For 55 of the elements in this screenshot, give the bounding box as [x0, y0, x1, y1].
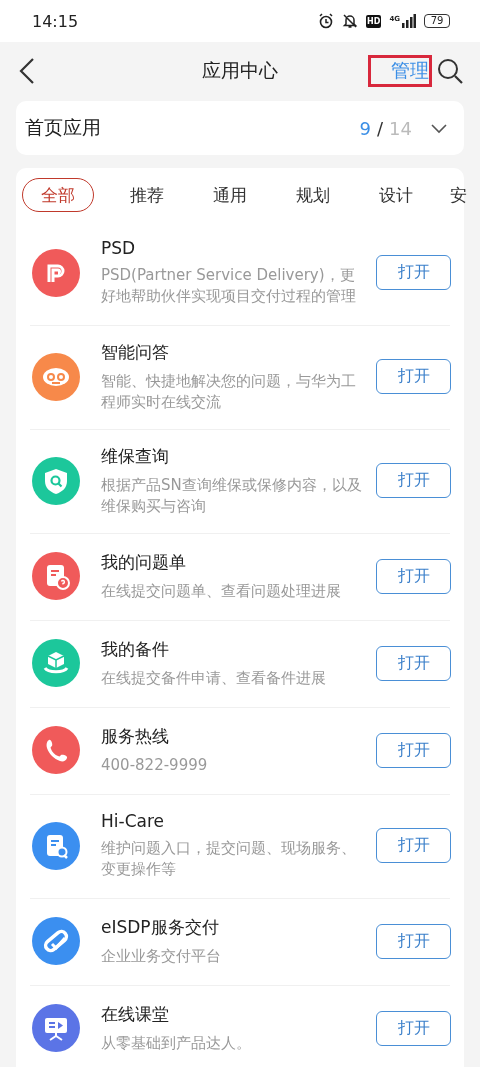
app-name: Hi-Care — [101, 811, 165, 831]
app-description: 从零基础到产品达人。 — [101, 1032, 252, 1054]
app-name: 我的问题单 — [101, 550, 187, 574]
category-tab[interactable]: 设计 — [354, 178, 437, 212]
app-icon[interactable] — [32, 552, 80, 600]
app-icon[interactable] — [32, 639, 80, 687]
app-icon[interactable] — [32, 821, 80, 870]
app-description: 400-822-9999 — [101, 754, 209, 776]
category-tab[interactable]: 规划 — [271, 178, 354, 212]
open-button[interactable]: 打开 — [376, 828, 451, 863]
app-description: PSD(Partner Service Delivery)，更好地帮助伙伴实现项目交付过程的管理 — [101, 265, 357, 307]
app-description: 智能、快捷地解决您的问题，与华为工程师实时在线交流 — [101, 370, 357, 413]
app-name: 维保查询 — [101, 444, 170, 468]
app-name: PSD — [101, 238, 137, 258]
category-tab[interactable]: 通用 — [188, 178, 271, 212]
open-button[interactable]: 打开 — [376, 463, 451, 498]
signal-icon — [402, 14, 416, 28]
open-button[interactable]: 打开 — [376, 255, 451, 290]
app-description: 根据产品SN查询维保或保修内容，以及维保购买与咨询 — [101, 474, 363, 517]
open-button[interactable]: 打开 — [376, 732, 451, 768]
app-icon[interactable] — [32, 248, 80, 297]
alarm-icon — [318, 13, 335, 29]
bell-off-icon — [342, 13, 359, 29]
category-tab[interactable]: 推荐 — [105, 178, 188, 212]
page-title: 应用中心 — [202, 58, 278, 83]
hd-badge: HD — [366, 14, 382, 28]
open-button[interactable]: 打开 — [376, 645, 451, 681]
open-button[interactable]: 打开 — [376, 1010, 451, 1046]
app-name: 在线课堂 — [101, 1002, 170, 1026]
open-button[interactable]: 打开 — [376, 359, 451, 394]
app-description: 企业业务交付平台 — [101, 945, 222, 967]
app-name: 我的备件 — [101, 637, 170, 661]
open-button[interactable]: 打开 — [376, 923, 451, 959]
search-icon[interactable] — [436, 57, 464, 85]
category-tab[interactable]: 安 — [437, 178, 468, 212]
home-apps-bar[interactable]: 首页应用 9 / 14 — [16, 101, 464, 155]
app-icon[interactable] — [32, 917, 80, 965]
app-icon[interactable] — [32, 352, 80, 401]
app-count: 9 — [359, 117, 371, 139]
status-time: 14:15 — [32, 11, 80, 31]
app-name: 服务热线 — [101, 724, 170, 748]
app-description: 维护问题入口，提交问题、现场服务、变更操作等 — [101, 838, 357, 880]
home-apps-label: 首页应用 — [25, 115, 102, 140]
app-description: 在线提交备件申请、查看备件进展 — [101, 667, 327, 689]
count-separator: / — [377, 117, 384, 139]
manage-button[interactable]: 管理 — [368, 55, 432, 87]
battery-level: 79 — [424, 14, 450, 28]
app-total: 14 — [389, 117, 412, 139]
app-icon[interactable] — [32, 726, 80, 774]
app-name: eISDP服务交付 — [101, 915, 220, 939]
app-icon[interactable] — [32, 456, 80, 505]
open-button[interactable]: 打开 — [376, 558, 451, 594]
app-description: 在线提交问题单、查看问题处理进展 — [101, 580, 342, 602]
app-icon[interactable] — [32, 1004, 80, 1052]
app-name: 智能问答 — [101, 340, 170, 364]
